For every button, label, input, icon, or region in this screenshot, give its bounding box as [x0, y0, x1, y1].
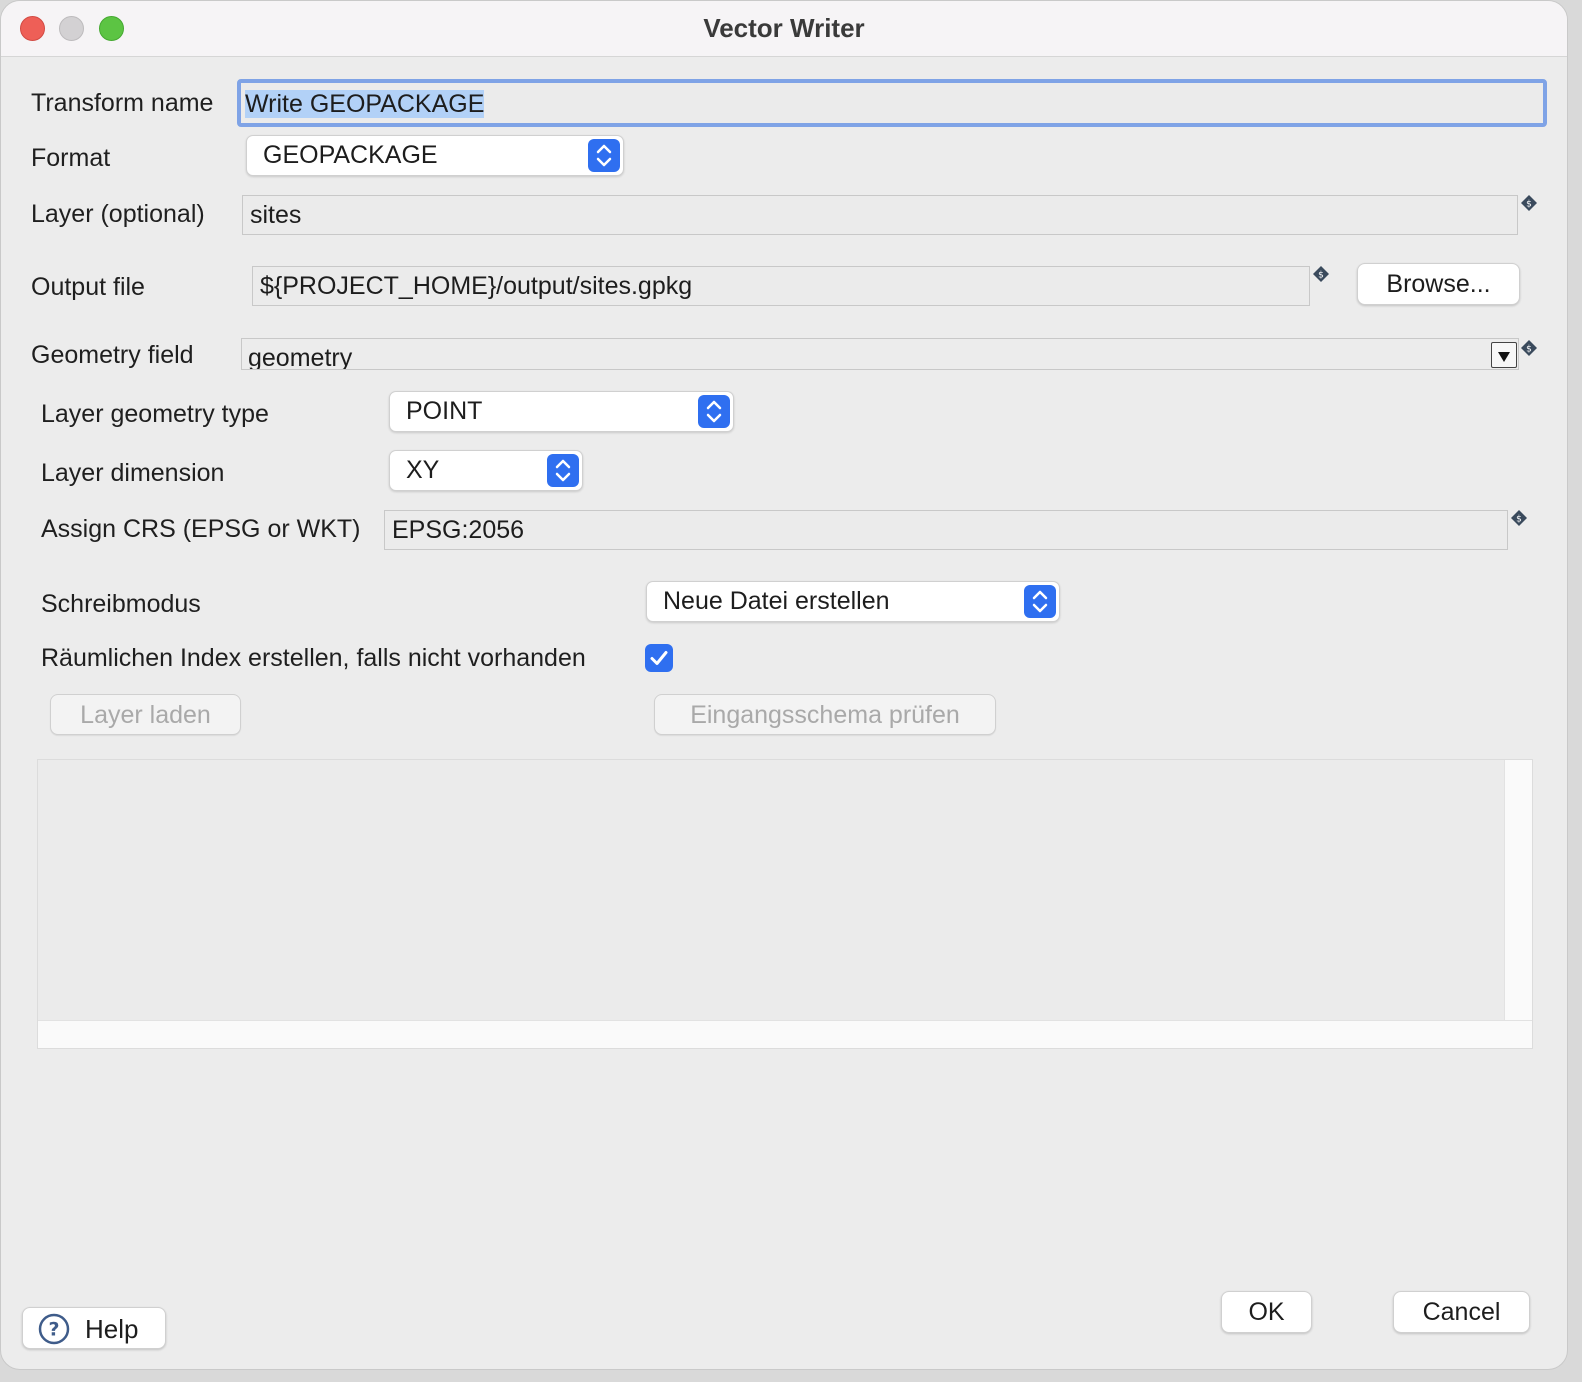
svg-text:?: ?	[48, 1319, 59, 1341]
layer-geometry-type-label: Layer geometry type	[41, 400, 269, 428]
data-defined-override-icon[interactable]: $	[1312, 265, 1330, 283]
spatial-index-label: Räumlichen Index erstellen, falls nicht …	[41, 644, 586, 672]
help-label: Help	[85, 1314, 139, 1344]
format-label: Format	[31, 144, 111, 172]
browse-button[interactable]: Browse...	[1357, 263, 1520, 305]
geometry-field-value: geometry	[248, 344, 353, 370]
assign-crs-label: Assign CRS (EPSG or WKT)	[41, 515, 361, 543]
layer-geometry-type-value: POINT	[406, 397, 483, 425]
layer-dimension-value: XY	[406, 456, 440, 484]
output-file-input[interactable]: ${PROJECT_HOME}/output/sites.gpkg	[252, 266, 1310, 306]
checkmark-icon	[650, 651, 668, 665]
geometry-field-label: Geometry field	[31, 341, 194, 369]
geometry-field-select[interactable]: geometry	[241, 338, 1519, 370]
assign-crs-input[interactable]: EPSG:2056	[384, 510, 1508, 550]
up-down-chevron-icon	[1024, 585, 1056, 618]
write-mode-select[interactable]: Neue Datei erstellen	[646, 581, 1060, 622]
ok-button[interactable]: OK	[1221, 1291, 1312, 1333]
format-value: GEOPACKAGE	[263, 141, 438, 169]
data-defined-override-icon[interactable]: $	[1520, 194, 1538, 212]
layer-label: Layer (optional)	[31, 200, 205, 228]
transform-name-label: Transform name	[31, 89, 214, 117]
vertical-scrollbar[interactable]	[1504, 760, 1532, 1048]
vector-writer-dialog: Vector Writer Transform name Write GEOPA…	[0, 0, 1568, 1370]
layer-dimension-label: Layer dimension	[41, 459, 225, 487]
data-defined-override-icon[interactable]: $	[1510, 509, 1528, 527]
svg-text:$: $	[1516, 515, 1522, 525]
help-button[interactable]: ? Help	[22, 1307, 166, 1349]
write-mode-label: Schreibmodus	[41, 590, 201, 618]
horizontal-scrollbar[interactable]	[38, 1020, 1532, 1048]
format-select[interactable]: GEOPACKAGE	[246, 135, 624, 176]
transform-name-value: Write GEOPACKAGE	[245, 90, 485, 118]
layer-geometry-type-select[interactable]: POINT	[389, 391, 734, 432]
window-title: Vector Writer	[703, 13, 865, 43]
up-down-chevron-icon	[698, 395, 730, 428]
load-layer-button[interactable]: Layer laden	[50, 694, 241, 735]
output-panel	[37, 759, 1533, 1049]
layer-input[interactable]: sites	[242, 195, 1518, 235]
check-input-schema-button[interactable]: Eingangsschema prüfen	[654, 694, 996, 735]
layer-dimension-select[interactable]: XY	[389, 450, 583, 491]
up-down-chevron-icon	[547, 454, 579, 487]
dropdown-arrow-icon	[1491, 342, 1517, 368]
svg-text:$: $	[1526, 200, 1532, 210]
svg-text:$: $	[1318, 271, 1324, 281]
output-file-label: Output file	[31, 273, 145, 301]
data-defined-override-icon[interactable]: $	[1520, 339, 1538, 357]
cancel-button[interactable]: Cancel	[1393, 1291, 1530, 1333]
svg-text:$: $	[1526, 345, 1532, 355]
transform-name-input[interactable]: Write GEOPACKAGE	[237, 79, 1547, 127]
up-down-chevron-icon	[588, 139, 620, 172]
question-mark-icon: ?	[38, 1313, 70, 1345]
spatial-index-checkbox[interactable]	[645, 644, 673, 672]
write-mode-value: Neue Datei erstellen	[663, 587, 890, 615]
title-bar: Vector Writer	[1, 1, 1567, 57]
